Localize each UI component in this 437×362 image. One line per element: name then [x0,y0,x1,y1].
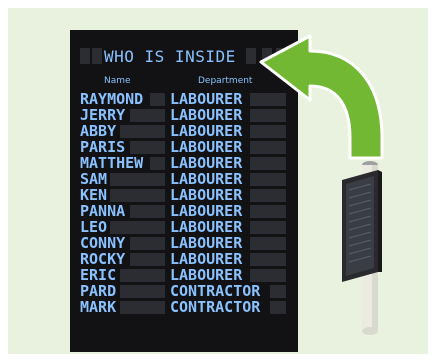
entry-name: JERRY [80,108,126,122]
entry-department: CONTRACTOR [170,284,261,298]
kiosk-display-icon [342,161,382,335]
entry-name: LEO [80,220,108,234]
column-header-department: Department [198,76,253,86]
board-entry-row: PARD CONTRACTOR [80,284,290,299]
board-entry-row: CONNY LABOURER [80,236,290,251]
entry-department: LABOURER [170,252,243,266]
entry-name: CONNY [80,236,126,250]
entry-department: LABOURER [170,268,243,282]
board-entry-row: ERIC LABOURER [80,268,290,283]
board-entry-row: KEN LABOURER [80,188,290,203]
entry-name: SAM [80,172,108,186]
board-entry-row: PANNA LABOURER [80,204,290,219]
entry-name: PANNA [80,204,126,218]
curved-arrow-icon [259,34,384,160]
entry-name: KEN [80,188,108,202]
entry-name: ABBY [80,124,117,138]
board-entry-row: SAM LABOURER [80,172,290,187]
board-entry-row: ROCKY LABOURER [80,252,290,267]
illustration-panel: WHO IS INSIDE Name Department RAYMOND LAB… [8,8,428,354]
entry-department: LABOURER [170,236,243,250]
entry-name: RAYMOND [80,92,144,106]
entry-department: CONTRACTOR [170,300,261,314]
entry-name: PARIS [80,140,126,154]
board-header: WHO IS INSIDE [80,48,286,66]
board-entry-row: LEO LABOURER [80,220,290,235]
entry-name: ROCKY [80,252,126,266]
board-entry-row: MARK CONTRACTOR [80,300,290,315]
entry-department: LABOURER [170,204,243,218]
entry-name: PARD [80,284,117,298]
column-header-name: Name [104,76,131,86]
entry-department: LABOURER [170,188,243,202]
entry-name: MARK [80,300,117,314]
entry-department: LABOURER [170,172,243,186]
entry-name: ERIC [80,268,117,282]
entry-name: MATTHEW [80,156,144,170]
entry-department: LABOURER [170,220,243,234]
